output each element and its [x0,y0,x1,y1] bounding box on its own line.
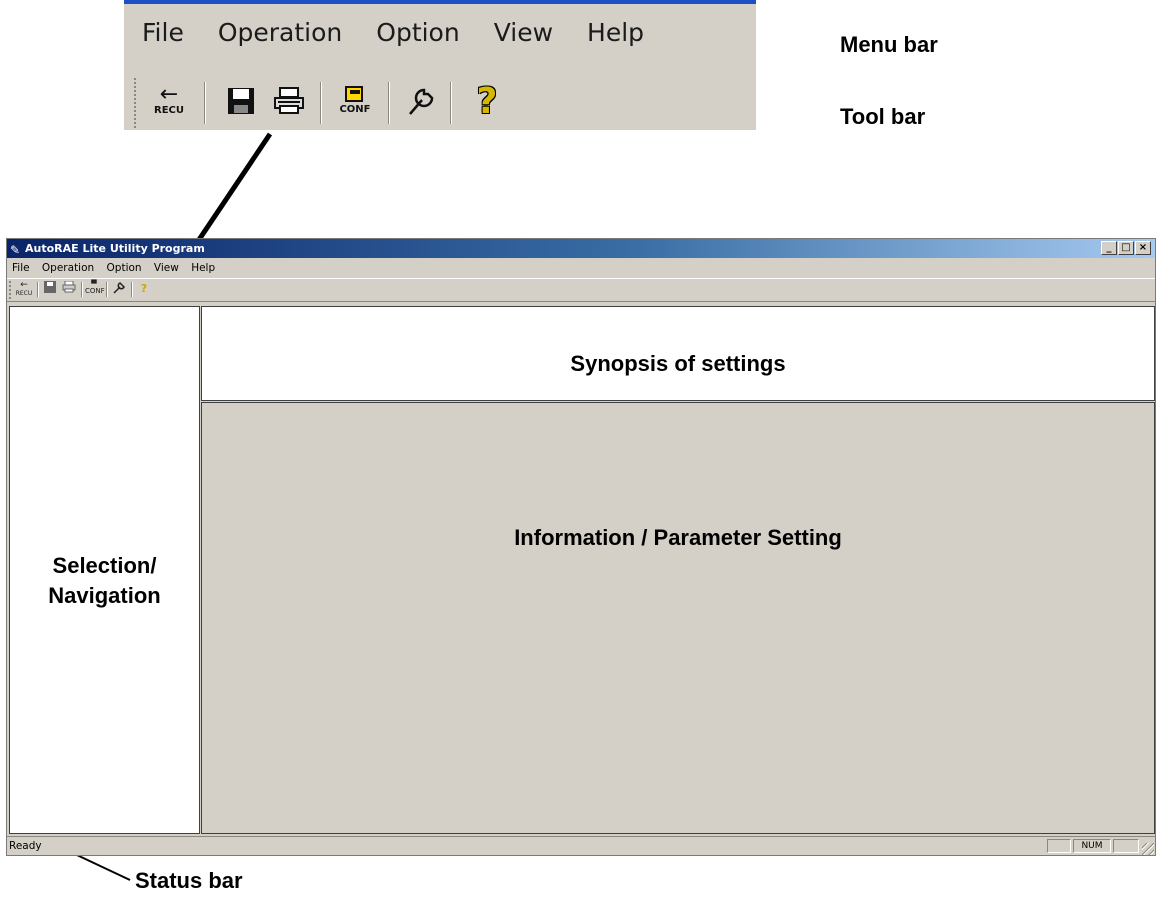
status-bar: Ready NUM [7,836,1155,856]
tool-bar: ← RECU ▀ CONF ? [7,278,1155,302]
toolbar-grip [9,281,13,299]
recv-icon[interactable]: ← RECU [15,281,33,298]
toolbar-separator [37,282,39,297]
app-window: ✎ AutoRAE Lite Utility Program _ □ × Fil… [6,238,1156,856]
navigation-panel[interactable]: Selection/ Navigation [9,306,200,834]
conf-icon[interactable]: ▀ CONF [85,281,105,297]
window-title: AutoRAE Lite Utility Program [25,242,205,255]
parameter-label: Information / Parameter Setting [514,525,842,550]
menu-operation[interactable]: Operation [42,262,94,274]
print-icon[interactable] [60,280,78,297]
status-pane-scroll [1113,839,1139,853]
status-text: Ready [9,840,42,852]
toolbar-separator [81,282,83,297]
synopsis-label: Synopsis of settings [570,351,786,376]
status-pane-num: NUM [1073,839,1111,853]
parameter-panel[interactable]: Information / Parameter Setting [201,402,1155,834]
help-icon[interactable]: ? [135,281,153,297]
close-icon[interactable]: × [1135,241,1151,255]
menu-bar: File Operation Option View Help [7,259,1155,277]
wrench-icon[interactable] [110,281,128,297]
menu-view[interactable]: View [154,262,179,274]
title-bar[interactable]: ✎ AutoRAE Lite Utility Program _ □ × [7,239,1155,258]
synopsis-panel: Synopsis of settings [201,306,1155,401]
menu-file[interactable]: File [12,262,30,274]
resize-grip[interactable] [1142,843,1154,855]
navigation-label-line1: Selection/ [52,553,157,578]
menu-help[interactable]: Help [191,262,215,274]
navigation-label-line2: Navigation [48,583,161,608]
toolbar-separator [131,282,133,297]
save-icon[interactable] [41,281,59,297]
caption-buttons: _ □ × [1100,241,1151,255]
menu-option[interactable]: Option [107,262,142,274]
minimize-icon[interactable]: _ [1101,241,1117,255]
app-icon: ✎ [10,243,21,257]
maximize-icon[interactable]: □ [1118,241,1134,255]
toolbar-separator [106,282,108,297]
status-pane-caps [1047,839,1071,853]
